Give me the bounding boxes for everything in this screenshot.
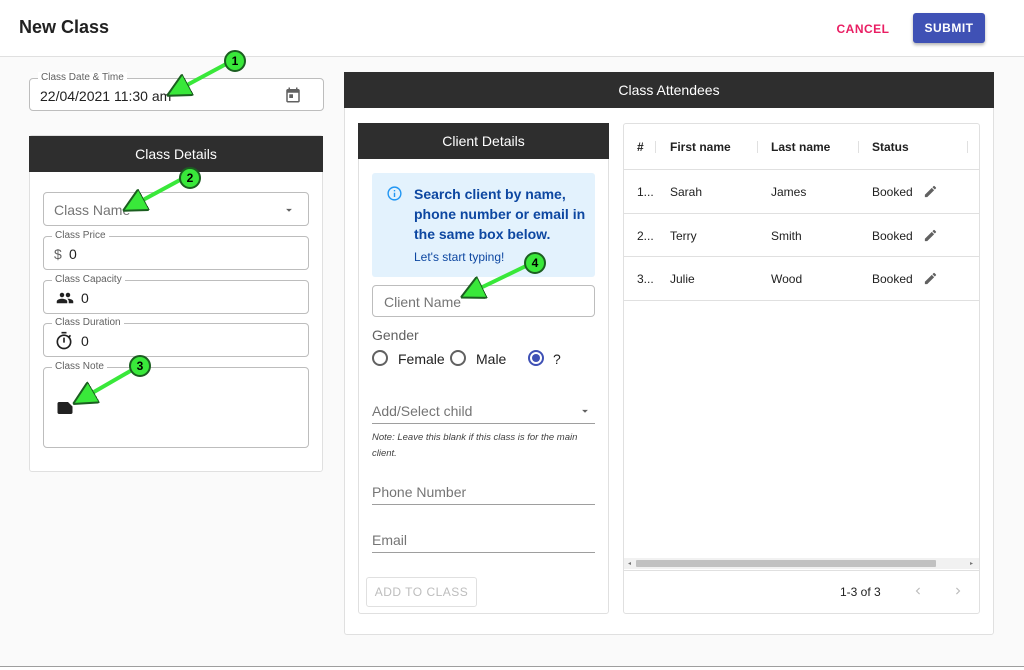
- info-icon: [387, 186, 402, 201]
- row-first-name: Julie: [670, 272, 695, 286]
- scroll-left-icon[interactable]: ◂: [628, 560, 631, 567]
- gender-male-label: Male: [476, 351, 507, 367]
- horizontal-scrollbar[interactable]: ◂ ▸: [624, 558, 979, 569]
- child-note: Note: Leave this blank if this class is …: [372, 432, 578, 459]
- col-separator: [757, 141, 758, 153]
- row-status: Booked: [872, 185, 913, 199]
- pagination-info: 1-3 of 3: [840, 585, 881, 599]
- add-to-class-button[interactable]: ADD TO CLASS: [366, 577, 477, 607]
- info-box: Search client by name, phone number or e…: [372, 173, 595, 277]
- row-last-name: James: [771, 185, 807, 199]
- col-header-first-name[interactable]: First name: [670, 140, 731, 154]
- gender-unknown-label: ?: [553, 351, 561, 367]
- row-num: 2...: [637, 229, 654, 243]
- header-divider: [624, 169, 979, 170]
- row-divider: [624, 300, 979, 301]
- client-name-input[interactable]: Client Name: [372, 285, 595, 317]
- child-select-placeholder[interactable]: Add/Select child: [372, 403, 472, 419]
- info-text: Search client by name, phone number or e…: [414, 186, 586, 242]
- col-header-status[interactable]: Status: [872, 140, 909, 154]
- scroll-right-icon[interactable]: ▸: [970, 560, 973, 567]
- gender-male-radio[interactable]: [450, 350, 466, 366]
- chevron-left-icon[interactable]: [911, 584, 925, 598]
- class-price-label: Class Price: [52, 230, 109, 242]
- class-date-field[interactable]: Class Date & Time 22/04/2021 11:30 am: [29, 72, 324, 111]
- note-icon: [57, 402, 73, 414]
- class-capacity-value: 0: [81, 290, 89, 306]
- scrollbar-thumb[interactable]: [636, 560, 936, 567]
- annotation-badge-4: 4: [524, 252, 546, 274]
- people-icon: [56, 292, 74, 304]
- dropdown-arrow-icon: [286, 208, 292, 212]
- email-underline: [372, 552, 595, 553]
- class-price-field[interactable]: Class Price $ 0: [43, 230, 309, 270]
- class-name-select[interactable]: Class Name: [43, 192, 309, 226]
- annotation-badge-3: 3: [129, 355, 151, 377]
- calendar-icon[interactable]: [284, 86, 302, 104]
- row-first-name: Terry: [670, 229, 697, 243]
- row-divider: [624, 213, 979, 214]
- row-last-name: Wood: [771, 272, 803, 286]
- annotation-badge-1: 1: [224, 50, 246, 72]
- row-status: Booked: [872, 272, 913, 286]
- class-date-value: 22/04/2021 11:30 am: [40, 88, 172, 104]
- col-separator: [967, 141, 968, 153]
- class-note-field[interactable]: Class Note: [43, 361, 309, 448]
- edit-icon[interactable]: [923, 271, 938, 286]
- col-separator: [655, 141, 656, 153]
- top-bar: New Class CANCEL SUBMIT: [0, 0, 1024, 57]
- edit-icon[interactable]: [923, 228, 938, 243]
- class-note-label: Class Note: [52, 361, 107, 373]
- row-divider: [624, 256, 979, 257]
- class-date-label: Class Date & Time: [38, 72, 127, 84]
- info-subtext: Let's start typing!: [414, 250, 505, 264]
- class-price-value: 0: [69, 246, 77, 262]
- bottom-border: [0, 666, 1024, 670]
- child-dropdown-arrow-icon[interactable]: [578, 404, 592, 418]
- timer-icon: [56, 331, 72, 350]
- chevron-right-icon[interactable]: [951, 584, 965, 598]
- col-header-last-name[interactable]: Last name: [771, 140, 830, 154]
- row-num: 3...: [637, 272, 654, 286]
- gender-label: Gender: [372, 327, 419, 343]
- gender-female-label: Female: [398, 351, 445, 367]
- price-prefix: $: [54, 246, 62, 262]
- client-name-placeholder: Client Name: [384, 294, 462, 310]
- phone-underline: [372, 504, 595, 505]
- class-name-placeholder: Class Name: [54, 202, 131, 218]
- gender-unknown-radio[interactable]: [528, 350, 544, 366]
- cancel-button[interactable]: CANCEL: [830, 14, 896, 44]
- child-select-underline: [372, 423, 595, 424]
- row-first-name: Sarah: [670, 185, 703, 199]
- class-duration-field[interactable]: Class Duration 0: [43, 317, 309, 357]
- row-num: 1...: [637, 185, 654, 199]
- row-last-name: Smith: [771, 229, 802, 243]
- class-details-header: Class Details: [29, 136, 323, 172]
- edit-icon[interactable]: [923, 184, 938, 199]
- col-header-num[interactable]: #: [637, 140, 644, 154]
- page-title: New Class: [19, 17, 110, 37]
- class-duration-label: Class Duration: [52, 317, 124, 329]
- class-attendees-header: Class Attendees: [344, 72, 994, 108]
- submit-button[interactable]: SUBMIT: [913, 13, 985, 43]
- class-capacity-label: Class Capacity: [52, 274, 125, 286]
- gender-female-radio[interactable]: [372, 350, 388, 366]
- client-details-header: Client Details: [358, 123, 609, 159]
- col-separator: [858, 141, 859, 153]
- annotation-badge-2: 2: [179, 167, 201, 189]
- email-placeholder[interactable]: Email: [372, 532, 407, 548]
- class-duration-value: 0: [81, 333, 89, 349]
- footer-divider: [624, 570, 979, 571]
- phone-placeholder[interactable]: Phone Number: [372, 484, 466, 500]
- row-status: Booked: [872, 229, 913, 243]
- class-capacity-field[interactable]: Class Capacity 0: [43, 274, 309, 314]
